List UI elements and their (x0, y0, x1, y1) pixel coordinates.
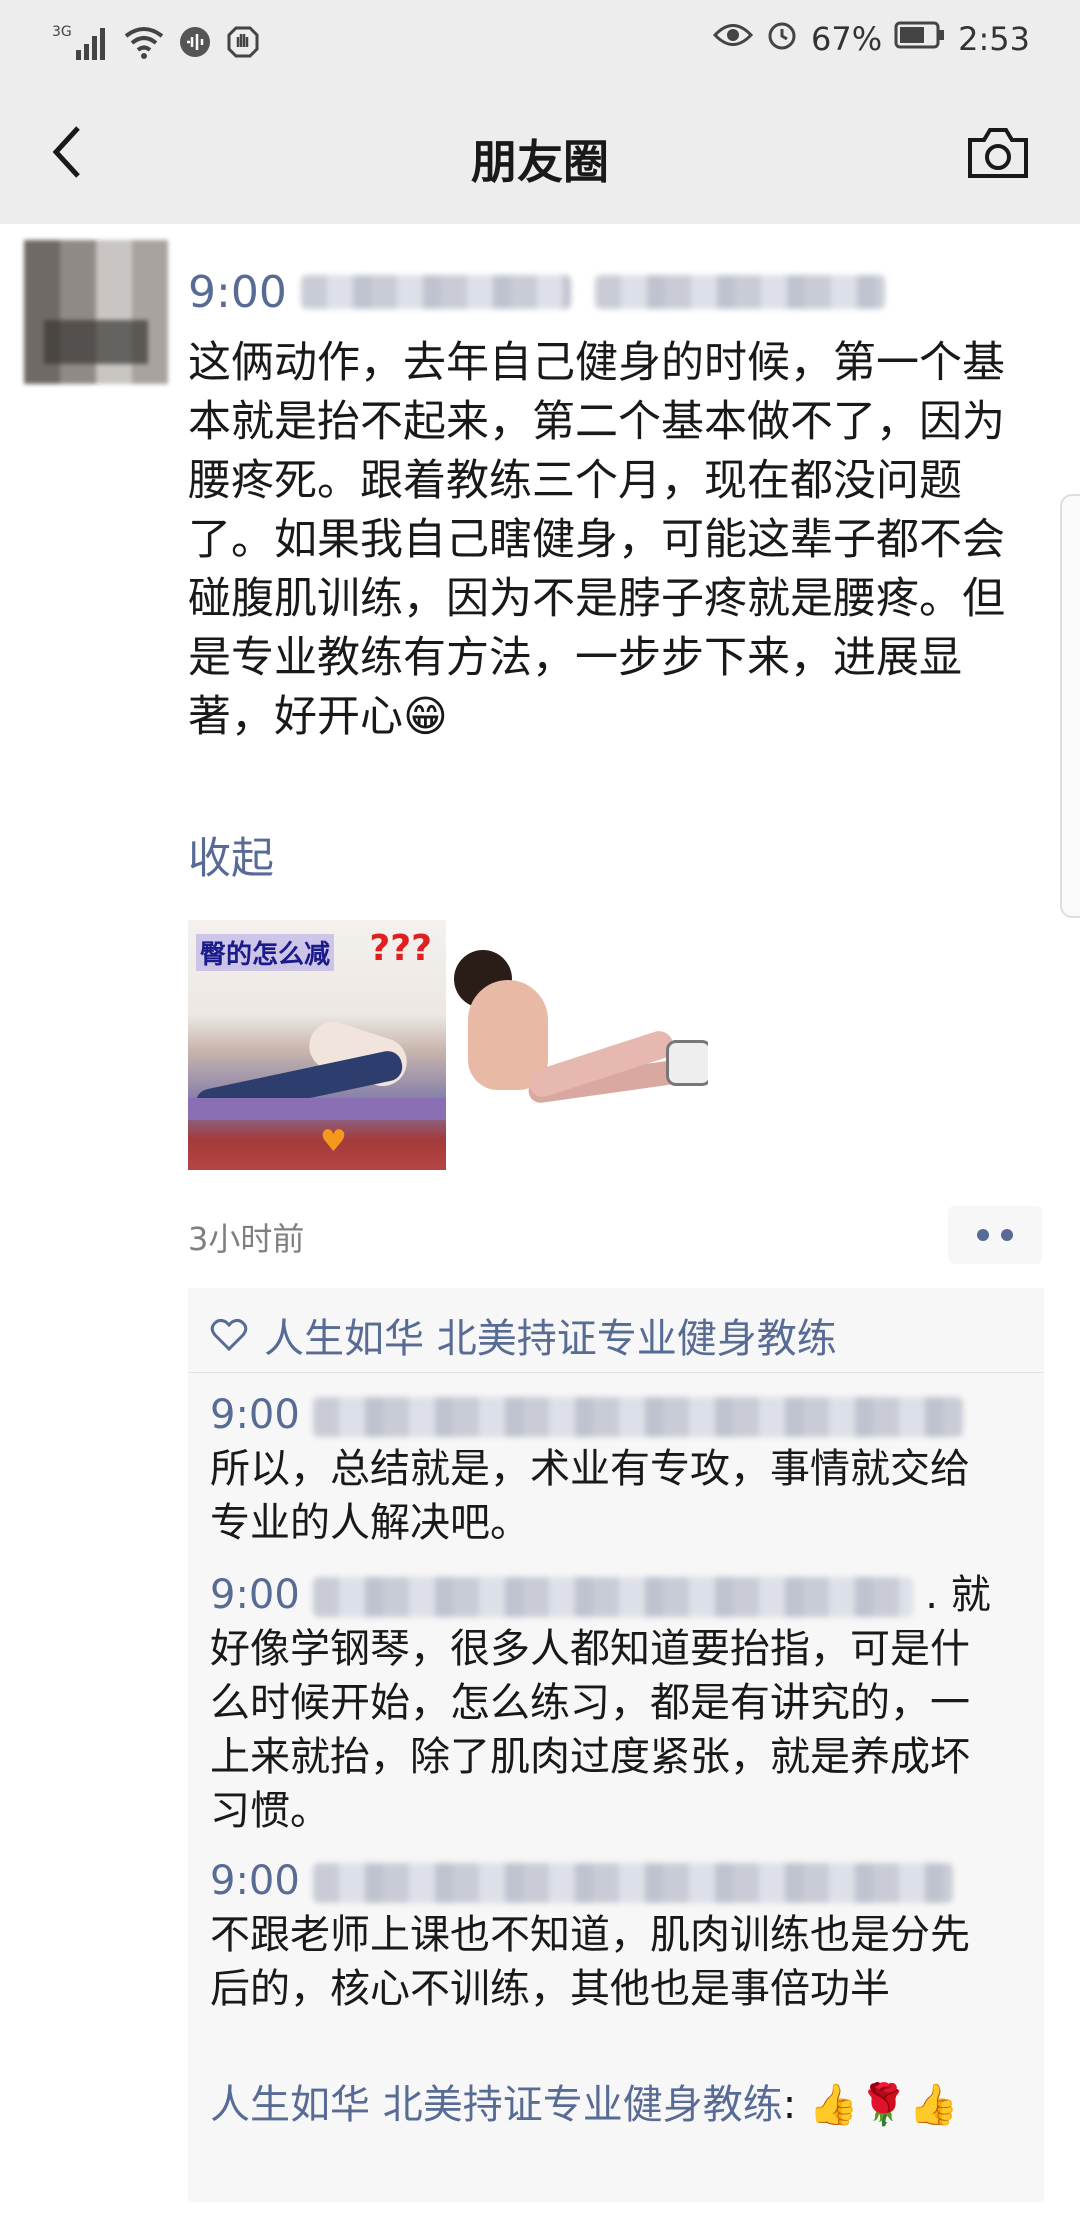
blurred-name (312, 1863, 953, 1903)
image-caption: 臀的怎么减 (196, 934, 335, 971)
comment-author[interactable]: 人生如华 北美持证专业健身教练 (210, 2082, 783, 2128)
image-mark: ??? (369, 928, 432, 969)
post-time-ago: 3小时前 (188, 1220, 305, 1258)
battery-icon (894, 20, 946, 58)
blurred-name-2 (594, 275, 885, 309)
post-header: 9:00 (188, 262, 885, 322)
blurred-name (312, 1397, 963, 1437)
audio-icon (178, 25, 212, 63)
comment-time[interactable]: 9:00 (210, 1392, 300, 1438)
clock-time: 2:53 (958, 20, 1030, 58)
comment-box: 人生如华 北美持证专业健身教练 9:00 所以，总结就是，术业有专攻，事情就交给… (188, 1288, 1044, 2202)
alarm-icon (765, 18, 799, 60)
blurred-name (312, 1577, 913, 1617)
post-image-2[interactable] (446, 920, 708, 1170)
camera-icon (968, 128, 1028, 178)
comment-item[interactable]: 人生如华 北美持证专业健身教练: 👍🌹👍 (210, 2078, 1000, 2132)
blurred-name (300, 275, 571, 309)
battery-percent: 67% (811, 20, 883, 58)
comment-item[interactable]: 9:00 所以，总结就是，术业有专攻，事情就交给专业的人解决吧。 (210, 1388, 1000, 1550)
sneaker-icon (666, 1040, 708, 1086)
status-left: 3G (52, 22, 260, 66)
signal-icon: 3G (52, 22, 110, 66)
comment-text: 不跟老师上课也不知道，肌肉训练也是分先后的，核心不训练，其他也是事倍功半 (210, 1912, 970, 2012)
dot-icon (1001, 1229, 1013, 1241)
divider (188, 1372, 1044, 1373)
comment-item[interactable]: 9:00 . 就好像学钢琴，很多人都知道要抬指，可是什么时候开始，怎么练习，都是… (210, 1568, 1000, 1838)
comment-time[interactable]: 9:00 (210, 1572, 300, 1618)
comment-time[interactable]: 9:00 (210, 1858, 300, 1904)
post-time[interactable]: 9:00 (188, 267, 287, 318)
heart-outline-icon (210, 1318, 248, 1352)
avatar[interactable] (24, 240, 168, 384)
comment-text: 所以，总结就是，术业有专攻，事情就交给专业的人解决吧。 (210, 1446, 970, 1546)
comment-item[interactable]: 9:00 不跟老师上课也不知道，肌肉训练也是分先后的，核心不训练，其他也是事倍功… (210, 1854, 1000, 2016)
post-image-1[interactable]: 臀的怎么减 ??? ♥ (188, 920, 446, 1170)
hand-icon (226, 25, 260, 63)
camera-button[interactable] (966, 122, 1030, 182)
page-title: 朋友圈 (471, 135, 609, 189)
collapse-link[interactable]: 收起 (188, 824, 274, 886)
post-text: 这俩动作，去年自己健身的时候，第一个基本就是抬不起来，第二个基本做不了，因为腰疼… (188, 338, 1005, 742)
heart-icon: ♥ (320, 1124, 347, 1159)
wifi-icon (124, 24, 164, 64)
status-right: 67% 2:53 (712, 18, 1030, 60)
more-options-button[interactable] (948, 1206, 1042, 1264)
eye-icon (712, 20, 754, 58)
status-bar: 3G 67% 2:53 (0, 0, 1080, 82)
title-bar: 朋友圈 (0, 82, 1080, 224)
comment-text: : 👍🌹👍 (782, 2082, 959, 2128)
network-label: 3G (52, 24, 72, 40)
like-names[interactable]: 人生如华 北美持证专业健身教练 (264, 1306, 837, 1364)
dot-icon (977, 1229, 989, 1241)
like-row: 人生如华 北美持证专业健身教练 (210, 1306, 837, 1364)
side-pull-tab[interactable] (1060, 494, 1080, 918)
